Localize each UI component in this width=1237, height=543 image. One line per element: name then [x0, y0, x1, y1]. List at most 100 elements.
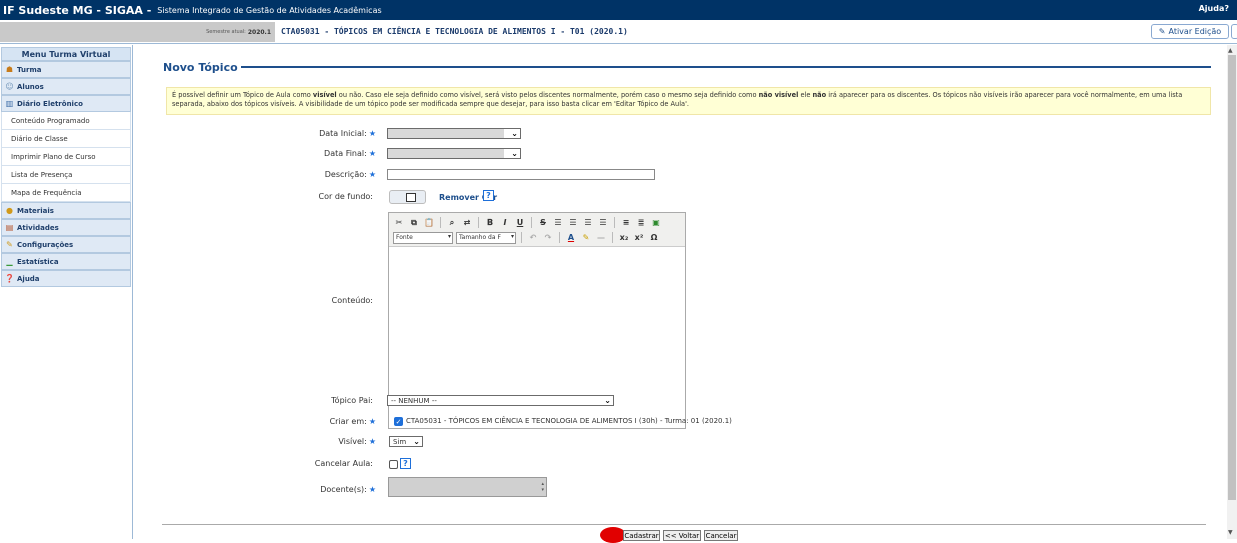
- bold-icon[interactable]: 𝐁: [484, 217, 496, 229]
- sidebar-item-label: Diário Eletrônico: [17, 99, 83, 108]
- sidebar-item-estatistica[interactable]: ▁ Estatística: [1, 253, 131, 270]
- horizontal-rule-icon[interactable]: —: [595, 232, 607, 244]
- sidebar-item-label: Configurações: [17, 240, 74, 249]
- toolbar-separator: [559, 232, 560, 243]
- sidebar-item-atividades[interactable]: ▤ Atividades: [1, 219, 131, 236]
- title-rule: [240, 66, 1211, 68]
- main-content: Novo Tópico É possível definir um Tópico…: [146, 45, 1223, 543]
- sidebar-item-label: Alunos: [17, 82, 44, 91]
- sidebar-subitem-diario-classe[interactable]: Diário de Classe: [1, 130, 131, 148]
- font-size-value: Tamanho da F: [459, 234, 501, 241]
- chevron-down-icon: ⌄: [511, 129, 518, 138]
- required-star-icon: ★: [368, 129, 376, 138]
- sidebar-subitem-lista[interactable]: Lista de Presença: [1, 166, 131, 184]
- pencil-icon: ✎: [1158, 27, 1166, 36]
- course-title: CTA05031 - TÓPICOS EM CIÊNCIA E TECNOLOG…: [281, 27, 628, 36]
- font-family-dropdown[interactable]: Fonte ▾: [393, 231, 453, 244]
- superscript-icon[interactable]: x²: [633, 232, 645, 244]
- required-star-icon: ★: [368, 149, 376, 158]
- end-date-label-text: Data Final:: [324, 149, 367, 158]
- find-icon[interactable]: ⌕: [446, 217, 458, 229]
- sidebar-item-alunos[interactable]: ☺ Alunos: [1, 78, 131, 95]
- chevron-down-icon: ▾: [510, 232, 514, 240]
- toolbar-separator: [614, 217, 615, 228]
- parent-topic-value: -- NENHUM --: [391, 396, 437, 405]
- create-in-course-text: CTA05031 - TÓPICOS EM CIÊNCIA E TECNOLOG…: [406, 417, 732, 425]
- top-bar: IF Sudeste MG - SIGAA - Sistema Integrad…: [0, 0, 1237, 20]
- highlight-icon[interactable]: ✎: [580, 232, 592, 244]
- color-picker[interactable]: [389, 190, 426, 204]
- redo-icon[interactable]: ↷: [542, 232, 554, 244]
- sidebar-item-materiais[interactable]: ● Materiais: [1, 202, 131, 219]
- background-color-label: Cor de fundo:: [318, 192, 373, 201]
- special-char-icon[interactable]: Ω: [648, 232, 660, 244]
- sidebar-subitem-mapa[interactable]: Mapa de Frequência: [1, 184, 131, 202]
- form-bottom-rule: [162, 524, 1206, 525]
- editor-toolbar-row-2: Fonte ▾ Tamanho da F ▾ ↶ ↷ A ✎ — x₂ x² Ω: [393, 230, 681, 245]
- create-in-label-text: Criar em:: [329, 417, 367, 426]
- description-input[interactable]: [387, 169, 655, 180]
- image-icon[interactable]: ▣: [650, 217, 662, 229]
- semester-box: Semestre atual: 2020.1: [0, 22, 275, 42]
- cancel-class-help-icon[interactable]: ?: [400, 458, 411, 469]
- paste-icon[interactable]: 📋: [423, 217, 435, 229]
- sidebar-item-label: Turma: [17, 65, 42, 74]
- required-star-icon: ★: [368, 485, 376, 494]
- cut-icon[interactable]: ✂: [393, 217, 405, 229]
- system-subtitle: Sistema Integrado de Gestão de Atividade…: [157, 5, 382, 15]
- sidebar-item-turma[interactable]: ☗ Turma: [1, 61, 131, 78]
- visibility-notice: É possível definir um Tópico de Aula com…: [166, 87, 1211, 115]
- page-title-row: Novo Tópico: [163, 60, 1211, 74]
- start-date-select[interactable]: ⌄: [387, 128, 521, 139]
- scroll-up-icon[interactable]: ▲: [1228, 47, 1233, 54]
- book-icon: ▥: [5, 99, 14, 108]
- enable-edit-button[interactable]: ✎ Ativar Edição: [1151, 24, 1229, 39]
- color-help-icon[interactable]: ?: [483, 190, 494, 201]
- strikethrough-icon[interactable]: S: [537, 217, 549, 229]
- materials-icon: ●: [6, 206, 13, 215]
- course-info-bar: Semestre atual: 2020.1 CTA05031 - TÓPICO…: [0, 20, 1237, 44]
- sidebar-subitem-conteudo[interactable]: Conteúdo Programado: [1, 112, 131, 130]
- extra-toolbar-button[interactable]: [1231, 24, 1237, 39]
- end-date-label: Data Final: ★: [266, 149, 376, 158]
- align-center-icon[interactable]: ☰: [567, 217, 579, 229]
- end-date-select[interactable]: ⌄: [387, 148, 521, 159]
- toolbar-separator: [440, 217, 441, 228]
- bullet-list-icon[interactable]: ≡: [620, 217, 632, 229]
- sidebar-item-diario[interactable]: ▥ Diário Eletrônico: [1, 95, 131, 112]
- replace-icon[interactable]: ⇄: [461, 217, 473, 229]
- undo-icon[interactable]: ↶: [527, 232, 539, 244]
- align-left-icon[interactable]: ☰: [552, 217, 564, 229]
- scroll-down-icon[interactable]: ▼: [1228, 529, 1233, 536]
- cancel-button[interactable]: Cancelar: [704, 530, 738, 541]
- copy-icon[interactable]: ⧉: [408, 217, 420, 229]
- create-in-checkbox[interactable]: ✓: [394, 417, 403, 426]
- text-color-icon[interactable]: A: [565, 232, 577, 244]
- align-right-icon[interactable]: ☰: [582, 217, 594, 229]
- brand-title: IF Sudeste MG - SIGAA -: [3, 3, 152, 17]
- cancel-class-checkbox[interactable]: [389, 460, 398, 469]
- required-star-icon: ★: [368, 170, 376, 179]
- help-link[interactable]: Ajuda?: [1199, 4, 1229, 13]
- subscript-icon[interactable]: x₂: [618, 232, 630, 244]
- scrollbar-thumb[interactable]: [1228, 55, 1236, 500]
- sidebar-item-ajuda[interactable]: ❓ Ajuda: [1, 270, 131, 287]
- visible-label-text: Visível:: [338, 437, 367, 446]
- visible-select[interactable]: Sim ⌄: [389, 436, 423, 447]
- numbered-list-icon[interactable]: ≣: [635, 217, 647, 229]
- page-scrollbar[interactable]: ▲ ▼: [1227, 45, 1237, 539]
- align-justify-icon[interactable]: ☰: [597, 217, 609, 229]
- settings-icon: ✎: [6, 240, 13, 249]
- sidebar-item-label: Materiais: [17, 206, 54, 215]
- sidebar-subitem-imprimir[interactable]: Imprimir Plano de Curso: [1, 148, 131, 166]
- register-button[interactable]: Cadastrar: [623, 530, 660, 541]
- sidebar-item-configuracoes[interactable]: ✎ Configurações: [1, 236, 131, 253]
- back-button[interactable]: << Voltar: [663, 530, 701, 541]
- italic-icon[interactable]: I: [499, 217, 511, 229]
- underline-icon[interactable]: U: [514, 217, 526, 229]
- font-size-dropdown[interactable]: Tamanho da F ▾: [456, 231, 516, 244]
- sidebar-item-label: Estatística: [17, 257, 59, 266]
- editor-toolbar-row-1: ✂ ⧉ 📋 ⌕ ⇄ 𝐁 I U S ☰ ☰ ☰ ☰ ≡ ≣ ▣: [393, 215, 681, 230]
- parent-topic-select[interactable]: -- NENHUM -- ⌄: [387, 395, 614, 406]
- teachers-listbox[interactable]: ▴ ▾: [388, 477, 547, 497]
